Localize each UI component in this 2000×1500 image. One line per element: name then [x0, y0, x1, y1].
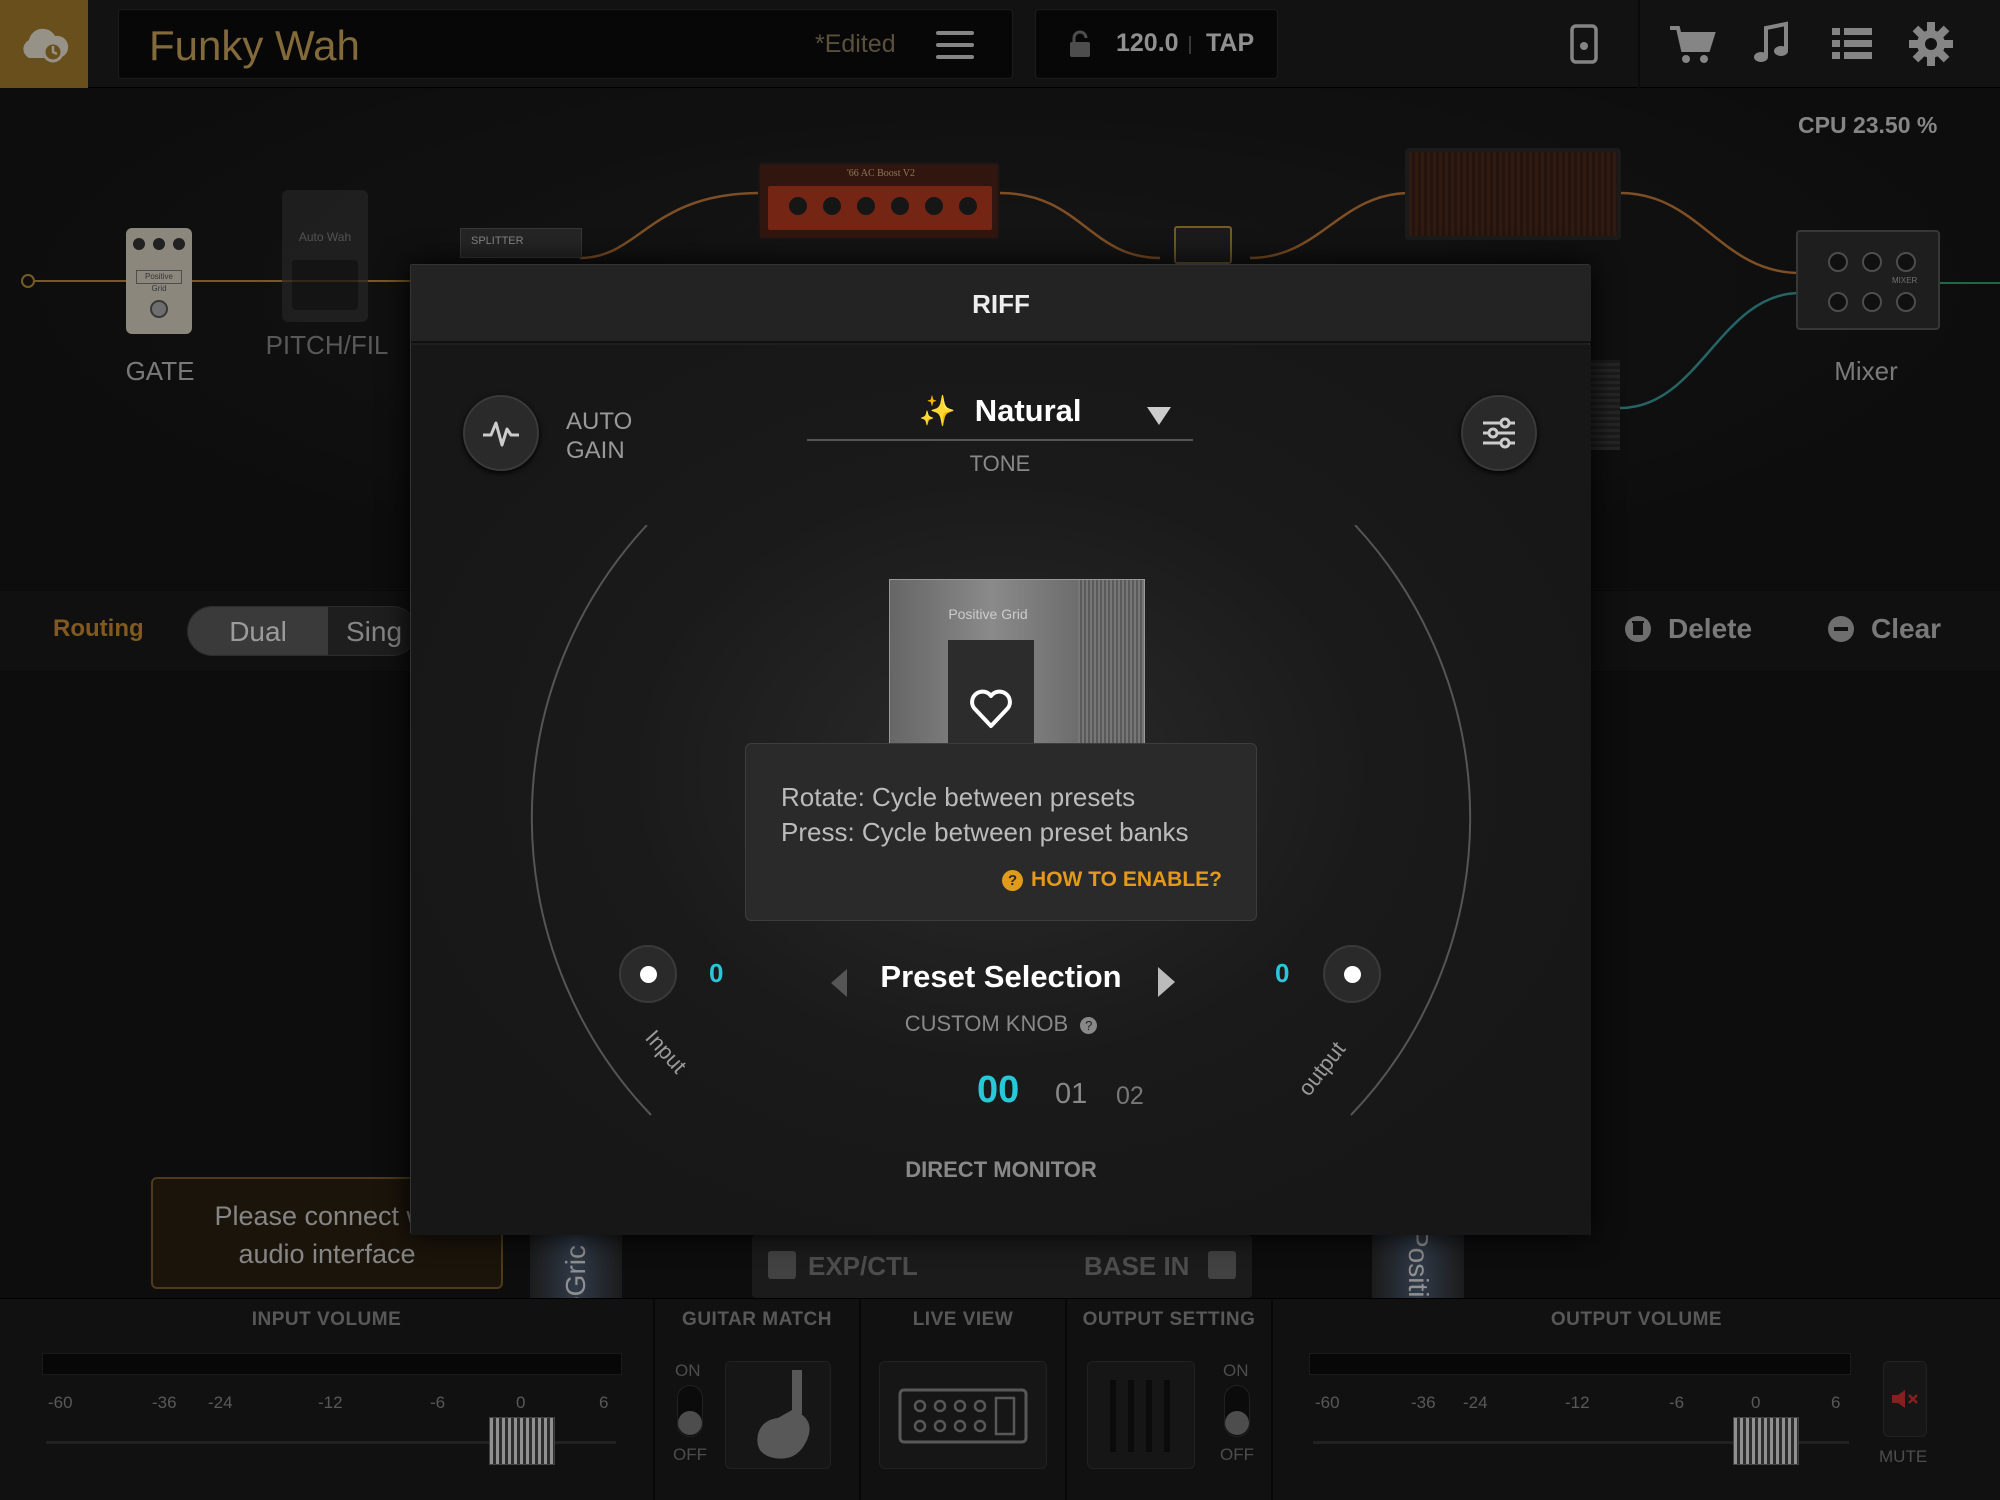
riff-device-image: Positive Grid: [889, 579, 1145, 748]
how-to-enable-text: HOW TO ENABLE?: [1031, 868, 1222, 891]
dropdown-triangle-icon: [1147, 407, 1171, 425]
input-value: 0: [709, 958, 724, 988]
how-to-enable-link[interactable]: ? HOW TO ENABLE?: [746, 862, 1222, 897]
input-knob[interactable]: [619, 945, 677, 1003]
waveform-icon: [483, 421, 519, 447]
heart-icon: [970, 689, 1012, 728]
next-arrow[interactable]: [1158, 967, 1175, 997]
device-side: [1078, 580, 1144, 748]
auto-gain-button[interactable]: [463, 395, 539, 471]
tooltip-line-1: Rotate: Cycle between presets: [781, 782, 1136, 812]
riff-modal: RIFF AUTO GAIN ✨ Natural TONE Positive G…: [410, 264, 1591, 1235]
modal-body: AUTO GAIN ✨ Natural TONE Positive Grid R…: [411, 345, 1591, 1235]
direct-monitor-value[interactable]: 01: [1055, 1078, 1087, 1111]
tone-selector[interactable]: ✨ Natural: [807, 393, 1193, 441]
modal-title: RIFF: [411, 265, 1591, 343]
auto-gain-line-2: GAIN: [566, 437, 625, 464]
tooltip-line-2: Press: Cycle between preset banks: [781, 817, 1189, 847]
output-knob[interactable]: [1323, 945, 1381, 1003]
help-icon: ?: [1002, 870, 1024, 891]
sparkle-icon: ✨: [918, 395, 956, 428]
device-panel: [948, 640, 1034, 748]
help-icon[interactable]: ?: [1080, 1017, 1098, 1034]
direct-monitor-label: DIRECT MONITOR: [905, 1157, 1097, 1182]
device-brand: Positive Grid: [948, 606, 1028, 622]
custom-knob-tooltip: Rotate: Cycle between presets Press: Cyc…: [745, 743, 1257, 921]
tone-name: Natural: [974, 393, 1082, 428]
direct-monitor-value[interactable]: 02: [1116, 1082, 1144, 1111]
output-value: 0: [1275, 958, 1290, 988]
sliders-icon: [1483, 417, 1515, 449]
eq-settings-button[interactable]: [1461, 395, 1537, 471]
custom-knob-text: CUSTOM KNOB: [904, 1011, 1069, 1036]
auto-gain-line-1: AUTO: [566, 408, 633, 435]
direct-monitor-value-active[interactable]: 00: [977, 1069, 1019, 1112]
auto-gain-label: AUTO GAIN: [566, 407, 632, 465]
custom-knob-label: CUSTOM KNOB ?: [761, 1011, 1241, 1037]
tone-label: TONE: [969, 451, 1031, 476]
app-root: Funky Wah *Edited 120.0 TAP Positive Gri…: [0, 0, 2000, 1500]
